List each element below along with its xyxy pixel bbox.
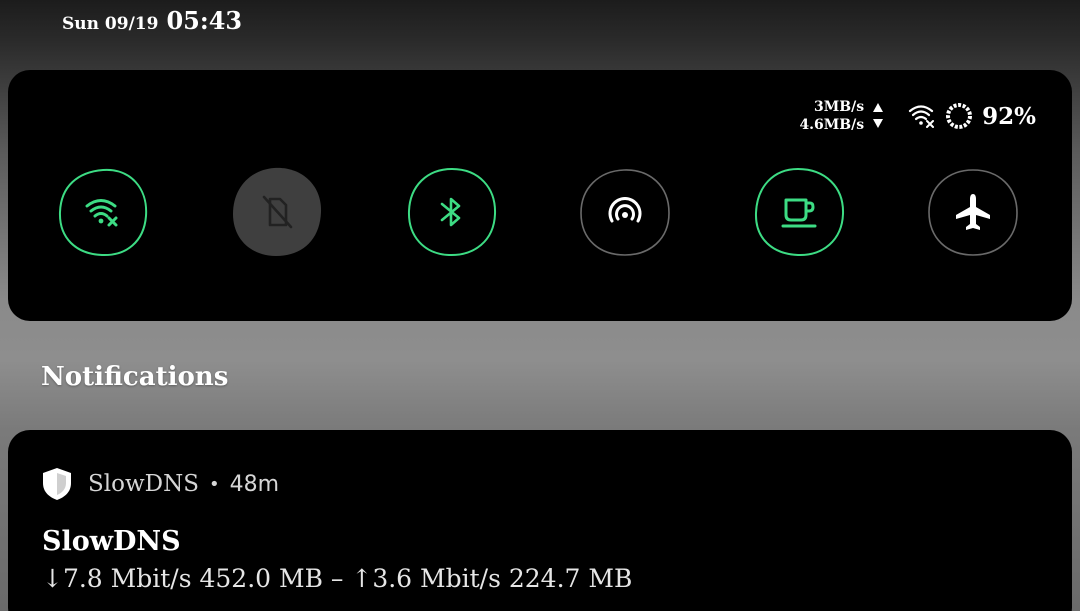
- shield-icon: [43, 468, 71, 500]
- battery-ring-icon: [946, 103, 973, 129]
- battery-percent: 92%: [982, 102, 1036, 130]
- separator-dot: •: [208, 473, 220, 495]
- status-bar: Sun 09/19 05:43: [62, 6, 242, 36]
- network-speed: 3MB/s 4.6MB/s: [799, 98, 864, 134]
- notification-title: SlowDNS: [42, 526, 181, 557]
- airplane-icon: [956, 194, 990, 230]
- wifi-off-icon: [909, 105, 935, 128]
- tile-mobile-data[interactable]: [230, 166, 324, 258]
- notification-card[interactable]: SlowDNS • 48m SlowDNS ↓7.8 Mbit/s 452.0 …: [8, 430, 1072, 611]
- quick-settings-panel: 3MB/s 4.6MB/s 92%: [8, 70, 1072, 321]
- download-speed: 4.6MB/s: [799, 117, 865, 133]
- hotspot-icon: [608, 197, 642, 223]
- bluetooth-icon: [440, 197, 461, 227]
- status-date: Sun 09/19: [62, 14, 159, 34]
- mobile-data-off-icon: [262, 195, 293, 229]
- tile-caffeine[interactable]: [752, 166, 846, 258]
- quick-settings-status: 3MB/s 4.6MB/s 92%: [799, 98, 1036, 134]
- coffee-cup-icon: [781, 198, 817, 228]
- upload-speed: 3MB/s: [814, 99, 865, 115]
- tile-hotspot[interactable]: [578, 166, 672, 258]
- tile-wifi[interactable]: [56, 166, 150, 258]
- tile-airplane-mode[interactable]: [926, 166, 1020, 258]
- notification-app-name: SlowDNS: [88, 471, 199, 497]
- tile-bluetooth[interactable]: [404, 166, 498, 258]
- notification-body: ↓7.8 Mbit/s 452.0 MB – ↑3.6 Mbit/s 224.7…: [42, 564, 633, 593]
- notification-header: SlowDNS • 48m: [40, 466, 279, 502]
- up-down-arrows-icon: [873, 103, 884, 128]
- status-time: 05:43: [166, 6, 243, 35]
- notifications-heading: Notifications: [41, 362, 229, 392]
- notification-time: 48m: [229, 471, 280, 497]
- wifi-off-icon: [85, 199, 118, 227]
